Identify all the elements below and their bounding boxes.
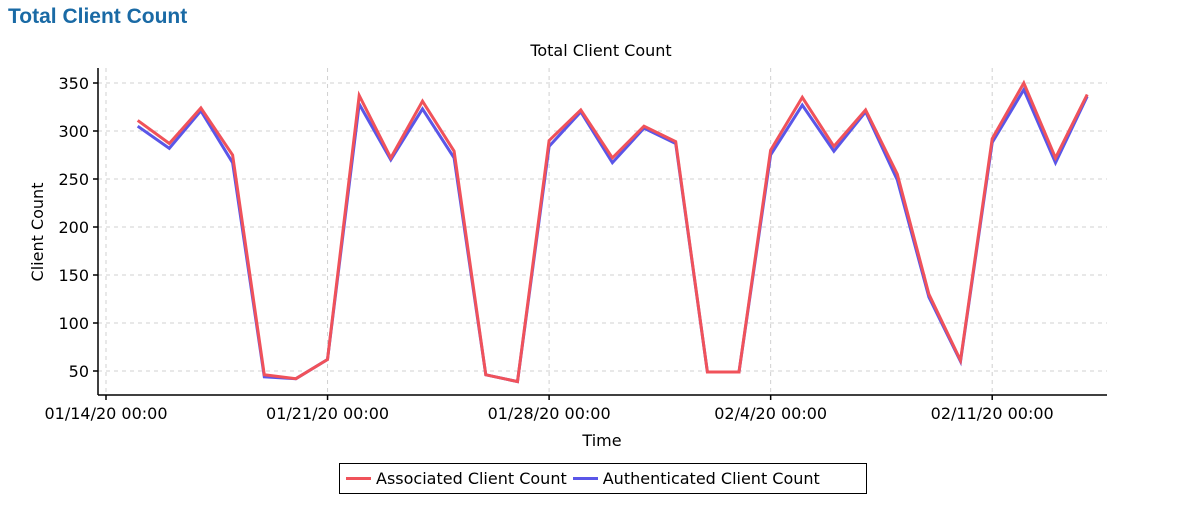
x-tick-label: 01/28/20 00:00 [488, 404, 611, 423]
x-tick-label: 01/21/20 00:00 [266, 404, 389, 423]
legend-item-associated[interactable]: Associated Client Count [346, 469, 567, 488]
y-tick-label: 200 [58, 218, 89, 237]
associated-swatch [346, 477, 371, 480]
y-tick-label: 300 [58, 122, 89, 141]
x-tick-label: 02/11/20 00:00 [931, 404, 1054, 423]
y-tick-label: 150 [58, 266, 89, 285]
x-tick-label: 02/4/20 00:00 [714, 404, 827, 423]
y-tick-label: 350 [58, 74, 89, 93]
line-chart: Total Client Count 50 100 150 200 250 300 350 0… [28, 41, 1107, 450]
y-tick-label: 50 [69, 362, 89, 381]
y-axis-label: Client Count [28, 183, 47, 282]
series-line-associated [136, 79, 1089, 384]
y-tick-label: 250 [58, 170, 89, 189]
chart-title: Total Client Count [529, 41, 671, 60]
chart-legend: Associated Client Count Authenticated Cl… [339, 463, 867, 494]
legend-label-authenticated: Authenticated Client Count [602, 469, 820, 488]
y-tick-label: 100 [58, 314, 89, 333]
authenticated-swatch [572, 477, 598, 480]
series-line-authenticated [136, 86, 1089, 384]
legend-label-associated: Associated Client Count [376, 469, 567, 488]
legend-item-authenticated[interactable]: Authenticated Client Count [572, 469, 820, 488]
x-axis-label: Time [581, 431, 621, 450]
x-tick-label: 01/14/20 00:00 [44, 404, 167, 423]
